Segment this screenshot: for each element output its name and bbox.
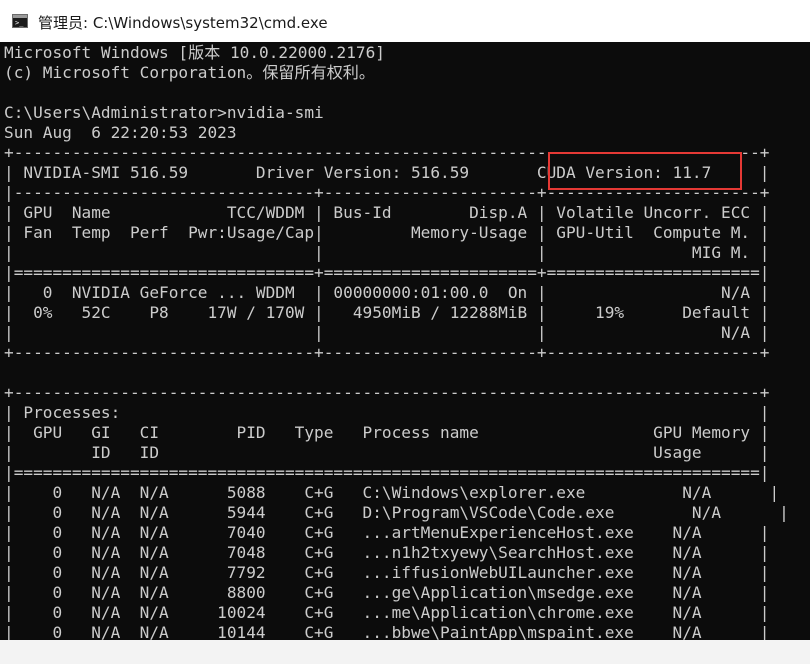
console-line: | 0 N/A N/A 8800 C+G ...ge\Application\m… xyxy=(4,583,770,602)
console-line: +---------------------------------------… xyxy=(4,383,770,402)
title-bar[interactable]: >_ 管理员: C:\Windows\system32\cmd.exe xyxy=(0,0,810,42)
console-line: |-------------------------------+-------… xyxy=(4,183,770,202)
console-line: |=======================================… xyxy=(4,463,770,482)
console-line: | NVIDIA-SMI 516.59 Driver Version: 516.… xyxy=(4,163,770,182)
console-line: Sun Aug 6 22:20:53 2023 xyxy=(4,123,237,142)
console-line: | 0 N/A N/A 7048 C+G ...n1h2txyewy\Searc… xyxy=(4,543,770,562)
console-line: | GPU Name TCC/WDDM | Bus-Id Disp.A | Vo… xyxy=(4,203,770,222)
console-line: | 0% 52C P8 17W / 170W | 4950MiB / 12288… xyxy=(4,303,770,322)
console-line: | 0 N/A N/A 10144 C+G ...bbwe\PaintApp\m… xyxy=(4,623,770,640)
console-line: +-------------------------------+-------… xyxy=(4,343,770,362)
console-line: | GPU GI CI PID Type Process name GPU Me… xyxy=(4,423,770,442)
console-line: +---------------------------------------… xyxy=(4,143,770,162)
window-bottom-edge xyxy=(0,640,810,664)
console-line: | Processes: | xyxy=(4,403,770,422)
console-line: C:\Users\Administrator>nvidia-smi xyxy=(4,103,324,122)
console-line: | 0 N/A N/A 7792 C+G ...iffusionWebUILau… xyxy=(4,563,770,582)
cmd-window: >_ 管理员: C:\Windows\system32\cmd.exe Micr… xyxy=(0,0,810,664)
console-line: | 0 N/A N/A 10024 C+G ...me\Application\… xyxy=(4,603,770,622)
console-line: | 0 N/A N/A 7040 C+G ...artMenuExperienc… xyxy=(4,523,770,542)
console-line: | | | N/A | xyxy=(4,323,770,342)
window-title: 管理员: C:\Windows\system32\cmd.exe xyxy=(38,14,328,32)
cmd-icon: >_ xyxy=(12,14,28,28)
console-line: Microsoft Windows [版本 10.0.22000.2176] xyxy=(4,43,386,62)
console-output[interactable]: Microsoft Windows [版本 10.0.22000.2176] (… xyxy=(0,42,810,640)
console-line: | 0 N/A N/A 5944 C+G D:\Program\VSCode\C… xyxy=(4,503,789,522)
console-line: | 0 N/A N/A 5088 C+G C:\Windows\explorer… xyxy=(4,483,780,502)
console-line: | | | MIG M. | xyxy=(4,243,770,262)
console-line: (c) Microsoft Corporation。保留所有权利。 xyxy=(4,63,375,82)
console-line: | 0 NVIDIA GeForce ... WDDM | 00000000:0… xyxy=(4,283,770,302)
console-line: |===============================+=======… xyxy=(4,263,770,282)
console-line: | ID ID Usage | xyxy=(4,443,770,462)
console-line: | Fan Temp Perf Pwr:Usage/Cap| Memory-Us… xyxy=(4,223,770,242)
console-text: Microsoft Windows [版本 10.0.22000.2176] (… xyxy=(4,43,789,640)
